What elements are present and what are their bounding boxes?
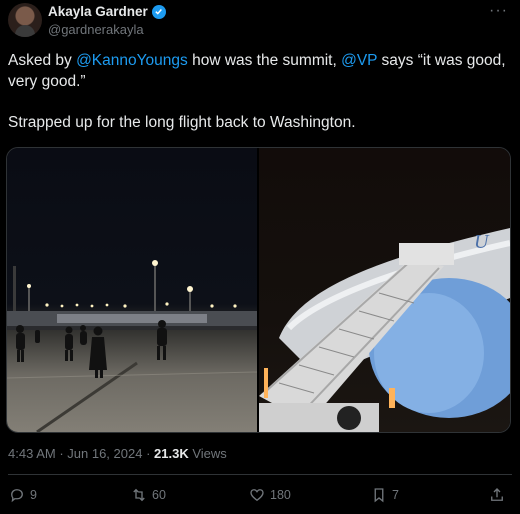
share-icon <box>491 488 503 501</box>
author-display-name[interactable]: Akayla Gardner <box>48 4 148 19</box>
tweet-time[interactable]: 4:43 AM <box>8 446 56 461</box>
views-count: 21.3K <box>154 446 189 461</box>
more-options-icon[interactable]: ··· <box>489 2 508 20</box>
repost-button[interactable]: 60 <box>130 486 166 504</box>
reply-icon <box>11 489 23 503</box>
reply-count: 9 <box>30 488 37 502</box>
photo-tarmac[interactable] <box>7 148 257 432</box>
reply-button[interactable]: 9 <box>8 486 37 504</box>
bookmark-icon <box>374 488 384 503</box>
divider <box>8 474 512 475</box>
media-gallery: U <box>6 147 511 433</box>
tweet-date[interactable]: Jun 16, 2024 <box>67 446 142 461</box>
tweet-actions: 9 60 180 7 <box>0 486 520 510</box>
tweet-text-middle: how was the summit, <box>187 52 342 69</box>
tweet-text-prefix: Asked by <box>8 52 77 69</box>
avatar[interactable] <box>8 3 42 37</box>
verified-badge-icon <box>151 4 166 19</box>
author-name-row: Akayla Gardner <box>48 4 166 19</box>
tarmac-scene-image <box>7 260 257 432</box>
views-label: Views <box>188 446 227 461</box>
plane-letter: U <box>474 231 490 253</box>
like-count: 180 <box>270 488 291 502</box>
heart-icon <box>250 489 264 502</box>
tweet: Akayla Gardner @gardnerakayla ··· Asked … <box>0 0 520 514</box>
tweet-line-2: Strapped up for the long flight back to … <box>8 114 356 131</box>
tweet-line-1: Asked by @KannoYoungs how was the summit… <box>8 50 508 92</box>
author-handle[interactable]: @gardnerakayla <box>48 22 144 37</box>
share-button[interactable] <box>488 486 506 504</box>
bookmark-button[interactable]: 7 <box>370 486 399 504</box>
meta-separator: · <box>142 446 155 461</box>
tweet-meta: 4:43 AM · Jun 16, 2024 · 21.3K Views <box>8 446 227 461</box>
airplane-scene-image: U <box>259 228 510 432</box>
like-button[interactable]: 180 <box>248 486 291 504</box>
photo-airplane-stairs[interactable]: U <box>259 148 510 432</box>
repost-count: 60 <box>152 488 166 502</box>
repost-icon <box>133 488 145 502</box>
bookmark-count: 7 <box>392 488 399 502</box>
mention-vp-link[interactable]: @VP <box>341 52 377 69</box>
mention-kannoyoungs-link[interactable]: @KannoYoungs <box>76 52 188 69</box>
tweet-text: Asked by @KannoYoungs how was the summit… <box>8 50 508 133</box>
meta-separator: · <box>55 446 68 461</box>
